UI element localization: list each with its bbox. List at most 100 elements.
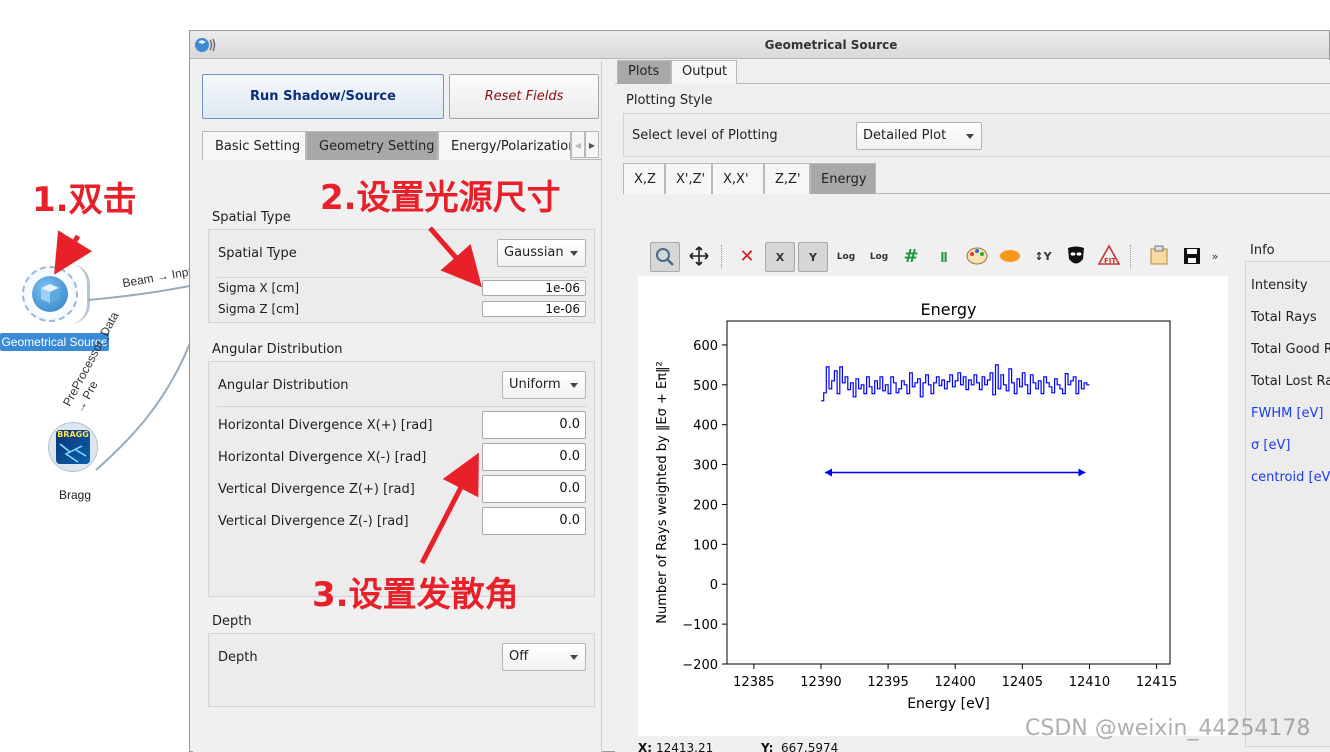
- x-tick-label: 12400: [935, 675, 976, 690]
- svg-text:FIT: FIT: [1104, 257, 1116, 265]
- spatial-type-group: Spatial Type Gaussian Sigma X [cm] 1e-06…: [208, 229, 595, 323]
- chevron-down-icon: [966, 134, 974, 139]
- y-axis-label: Number of Rays weighted by ‖Eσ + Eπ‖²: [655, 361, 670, 623]
- plot-level-select[interactable]: Detailed Plot: [856, 122, 982, 150]
- hdiv-minus-label: Horizontal Divergence X(-) [rad]: [218, 450, 427, 465]
- log-x-icon[interactable]: Log: [831, 242, 861, 272]
- tab-plot-xz[interactable]: X,Z: [623, 163, 665, 194]
- title-bar[interactable]: Geometrical Source: [190, 31, 1329, 59]
- info-group: [1245, 261, 1330, 747]
- plot-level-label: Select level of Plotting: [632, 128, 778, 143]
- arrowhead-right: [1078, 468, 1086, 477]
- sigma-x-field[interactable]: 1e-06: [482, 280, 586, 296]
- geometrical-source-window: Geometrical Source Run Shadow/Source Res…: [189, 30, 1330, 752]
- grid-icon[interactable]: #: [896, 242, 926, 272]
- chart-title: Energy: [920, 300, 976, 319]
- sigma-z-field[interactable]: 1e-06: [482, 301, 586, 317]
- angular-distribution-select[interactable]: Uniform: [502, 371, 586, 399]
- zoom-icon[interactable]: [650, 242, 680, 272]
- spatial-type-value: Gaussian: [504, 245, 564, 260]
- angular-distribution-value: Uniform: [509, 377, 561, 392]
- depth-group: Depth Off: [208, 633, 595, 707]
- copy-icon[interactable]: [1144, 242, 1174, 272]
- tab-plot-xpzp[interactable]: X',Z': [665, 163, 712, 194]
- plotting-style-title: Plotting Style: [626, 93, 713, 108]
- tab-geometry-setting[interactable]: Geometry Setting: [306, 131, 438, 160]
- canvas-links: [87, 283, 200, 471]
- mask-icon[interactable]: [1061, 242, 1091, 272]
- plot-canvas[interactable]: Energy Energy [eV] Number of Rays weighted…: [638, 239, 1228, 736]
- depth-select[interactable]: Off: [502, 643, 586, 671]
- toolbar-separator: [1130, 245, 1131, 269]
- toolbar-overflow-button[interactable]: »: [1206, 242, 1224, 272]
- cursor-x-value: 12413.21: [656, 741, 714, 752]
- fit-icon[interactable]: FIT: [1094, 242, 1124, 272]
- x-axis-label: Energy [eV]: [907, 696, 990, 712]
- hdiv-minus-field[interactable]: 0.0: [482, 443, 586, 471]
- tab-basic-setting[interactable]: Basic Setting: [202, 131, 306, 160]
- depth-label: Depth: [218, 650, 258, 665]
- aspect-ratio-icon[interactable]: [995, 242, 1025, 272]
- autoscale-y-icon[interactable]: Y: [798, 242, 828, 272]
- tab-plot-xxp[interactable]: X,X': [712, 163, 764, 194]
- depth-section-title: Depth: [212, 614, 252, 629]
- info-sigma-label: σ [eV]: [1251, 438, 1291, 453]
- x-tick-label: 12395: [867, 675, 908, 690]
- info-total-rays-label: Total Rays: [1251, 310, 1317, 325]
- spatial-type-label: Spatial Type: [218, 246, 297, 261]
- tab-output[interactable]: Output: [671, 60, 737, 84]
- autoscale-x-icon[interactable]: X: [765, 242, 795, 272]
- toolbar-separator: [721, 245, 722, 269]
- y-tick-label: 200: [693, 498, 718, 513]
- info-centroid-label: centroid [eV]: [1251, 470, 1330, 485]
- y-tick-label: 600: [693, 339, 718, 354]
- info-total-lost-rays-label: Total Lost Ray: [1251, 374, 1330, 389]
- cursor-y-value: 667.5974: [781, 741, 839, 752]
- plot-tabs: X,Z X',Z' X,X' Z,Z' Energy: [623, 163, 1330, 194]
- tab-scroll-right-icon[interactable]: ▶: [585, 131, 599, 158]
- log-y-icon[interactable]: Log: [864, 242, 894, 272]
- output-tabs: Plots Output: [615, 60, 1330, 84]
- plot-level-value: Detailed Plot: [863, 128, 947, 143]
- tab-energy-polarization[interactable]: Energy/Polarization: [438, 131, 571, 160]
- spatial-type-select[interactable]: Gaussian: [497, 239, 586, 267]
- vdiv-minus-field[interactable]: 0.0: [482, 507, 586, 535]
- plot-frame: [726, 320, 1171, 665]
- y-tick-label: 100: [693, 538, 718, 553]
- colormap-icon[interactable]: [962, 242, 992, 272]
- plotting-style-group: Select level of Plotting Detailed Plot: [623, 113, 1330, 157]
- chevron-down-icon: [570, 251, 578, 256]
- vdiv-plus-field[interactable]: 0.0: [482, 475, 586, 503]
- cursor-x-label: X:: [638, 741, 653, 752]
- x-tick-label: 12415: [1136, 675, 1177, 690]
- reset-fields-button[interactable]: Reset Fields: [449, 74, 599, 119]
- x-tick-label: 12410: [1069, 675, 1110, 690]
- vdiv-minus-label: Vertical Divergence Z(-) [rad]: [218, 514, 409, 529]
- x-tick-label: 12385: [733, 675, 774, 690]
- y-tick-label: 0: [710, 578, 718, 593]
- run-shadow-source-button[interactable]: Run Shadow/Source: [202, 74, 444, 119]
- reset-zoom-icon[interactable]: ✕: [732, 242, 762, 272]
- tab-plot-zzp[interactable]: Z,Z': [764, 163, 810, 194]
- depth-value: Off: [509, 649, 529, 664]
- curve-style-icon[interactable]: ǁ: [929, 242, 959, 272]
- plots-panel: Plots Output Plotting Style Select level…: [615, 60, 1330, 752]
- cursor-y-label: Y:: [761, 741, 774, 752]
- y-tick-label: −200: [682, 658, 718, 673]
- tab-scroll-left-icon[interactable]: ◀: [571, 131, 585, 158]
- y-axis-direction-icon[interactable]: ↕Y: [1028, 242, 1058, 272]
- y-tick-label: 300: [693, 459, 718, 474]
- annotation-step1: 1.双击: [32, 180, 137, 220]
- angular-distribution-group: Angular Distribution Uniform Horizontal …: [208, 361, 595, 597]
- hdiv-plus-field[interactable]: 0.0: [482, 411, 586, 439]
- info-total-good-rays-label: Total Good Ra: [1251, 342, 1330, 357]
- spatial-type-section-title: Spatial Type: [212, 210, 291, 225]
- y-tick-label: −100: [682, 618, 718, 633]
- save-icon[interactable]: [1177, 242, 1207, 272]
- vdiv-plus-label: Vertical Divergence Z(+) [rad]: [218, 482, 415, 497]
- pan-icon[interactable]: [684, 242, 714, 272]
- control-panel: Run Shadow/Source Reset Fields Basic Set…: [193, 61, 602, 752]
- sigma-z-label: Sigma Z [cm]: [218, 302, 300, 316]
- tab-plots[interactable]: Plots: [617, 60, 671, 84]
- tab-plot-energy[interactable]: Energy: [810, 163, 876, 194]
